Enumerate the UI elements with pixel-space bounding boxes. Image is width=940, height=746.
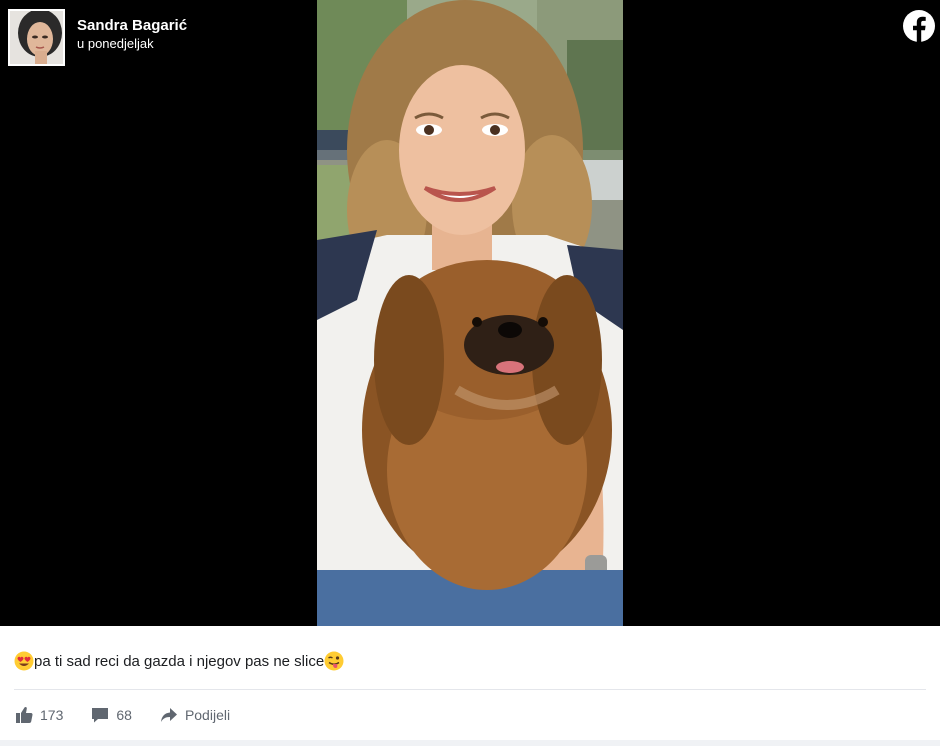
thumbs-up-icon (14, 705, 34, 725)
post-timestamp[interactable]: u ponedjeljak (77, 36, 187, 52)
caption-text: pa ti sad reci da gazda i njegov pas ne … (34, 652, 325, 670)
author-block: Sandra Bagarić u ponedjeljak (77, 17, 187, 52)
winking-tongue-emoji-icon (324, 651, 344, 671)
comment-button[interactable]: 68 (90, 705, 132, 725)
divider (14, 689, 926, 690)
comment-bubble-icon (90, 705, 110, 725)
engagement-bar: 173 68 Podijeli (14, 703, 257, 727)
like-count: 173 (40, 707, 64, 723)
heart-eyes-emoji-icon (14, 651, 34, 671)
like-button[interactable]: 173 (14, 705, 63, 725)
avatar[interactable] (8, 9, 65, 66)
post-caption: pa ti sad reci da gazda i njegov pas ne … (14, 650, 344, 672)
post-media[interactable] (0, 0, 940, 626)
share-label: Podijeli (184, 707, 231, 723)
post-header: Sandra Bagarić u ponedjeljak (8, 9, 187, 67)
share-button[interactable]: Podijeli (159, 705, 230, 725)
post-photo[interactable] (317, 0, 623, 626)
post-bottom-border (0, 740, 940, 746)
facebook-icon[interactable] (903, 10, 935, 42)
author-name[interactable]: Sandra Bagarić (77, 17, 187, 35)
share-arrow-icon (159, 705, 179, 725)
comment-count: 68 (116, 707, 132, 723)
